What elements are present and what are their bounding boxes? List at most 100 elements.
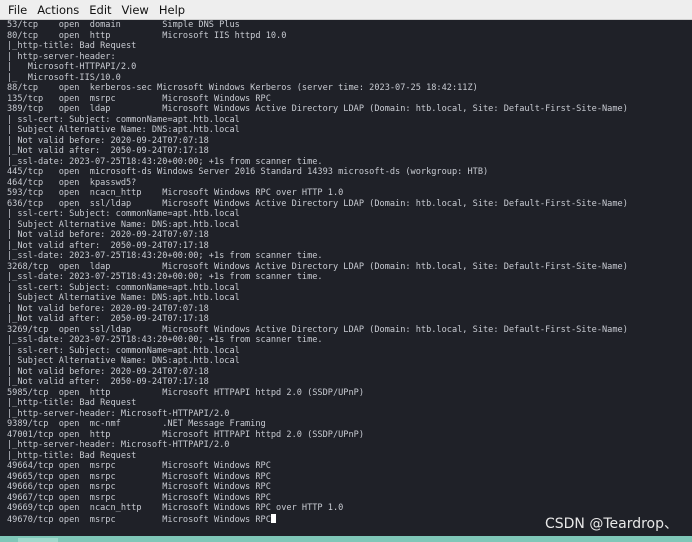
terminal-line: 80/tcp open http Microsoft IIS httpd 10.… <box>7 31 692 42</box>
terminal-line-text: 9389/tcp open mc-nmf .NET Message Framin… <box>7 419 266 429</box>
terminal-line: | Microsoft-HTTPAPI/2.0 <box>7 62 692 73</box>
terminal-line: | ssl-cert: Subject: commonName=apt.htb.… <box>7 115 692 126</box>
terminal-line: |_http-server-header: Microsoft-HTTPAPI/… <box>7 440 692 451</box>
terminal-line: 49667/tcp open msrpc Microsoft Windows R… <box>7 493 692 504</box>
terminal-line: 88/tcp open kerberos-sec Microsoft Windo… <box>7 83 692 94</box>
terminal-line-text: 49670/tcp open msrpc Microsoft Windows R… <box>7 514 271 525</box>
terminal-line: | http-server-header: <box>7 52 692 63</box>
terminal-line-text: | ssl-cert: Subject: commonName=apt.htb.… <box>7 345 240 356</box>
terminal-line-text: |_ssl-date: 2023-07-25T18:43:20+00:00; +… <box>7 156 323 167</box>
terminal-line: |_http-title: Bad Request <box>7 41 692 52</box>
terminal-line-text: |_http-title: Bad Request <box>7 450 137 461</box>
terminal-line-text: |_http-title: Bad Request <box>7 41 137 51</box>
terminal-line: 49665/tcp open msrpc Microsoft Windows R… <box>7 472 692 483</box>
terminal-line: |_ssl-date: 2023-07-25T18:43:20+00:00; +… <box>7 251 692 262</box>
terminal-line: | Not valid before: 2020-09-24T07:07:18 <box>7 367 692 378</box>
terminal-line: | ssl-cert: Subject: commonName=apt.htb.… <box>7 346 692 357</box>
terminal-line-text: |_http-title: Bad Request <box>7 398 137 408</box>
terminal-line: |_http-title: Bad Request <box>7 398 692 409</box>
terminal-line-text: | Not valid before: 2020-09-24T07:07:18 <box>7 366 209 377</box>
terminal-line-text: 5985/tcp open http Microsoft HTTPAPI htt… <box>7 387 364 398</box>
terminal-line: 5985/tcp open http Microsoft HTTPAPI htt… <box>7 388 692 399</box>
terminal-line: 53/tcp open domain Simple DNS Plus <box>7 20 692 31</box>
terminal-line: |_ssl-date: 2023-07-25T18:43:20+00:00; +… <box>7 335 692 346</box>
menu-view[interactable]: View <box>117 0 154 20</box>
terminal-line: 49669/tcp open ncacn_http Microsoft Wind… <box>7 503 692 514</box>
terminal-line: | Subject Alternative Name: DNS:apt.htb.… <box>7 293 692 304</box>
terminal-line-text: | ssl-cert: Subject: commonName=apt.htb.… <box>7 282 240 293</box>
terminal-line-text: |_http-server-header: Microsoft-HTTPAPI/… <box>7 408 230 419</box>
bottom-bar-indicator <box>18 538 58 542</box>
terminal-line-text: 593/tcp open ncacn_http Microsoft Window… <box>7 188 344 198</box>
terminal-line-text: |_Not valid after: 2050-09-24T07:17:18 <box>7 314 209 324</box>
menu-help[interactable]: Help <box>154 0 190 20</box>
terminal-line-text: | Not valid before: 2020-09-24T07:07:18 <box>7 230 209 240</box>
terminal-line: 3268/tcp open ldap Microsoft Windows Act… <box>7 262 692 273</box>
terminal-line: | Subject Alternative Name: DNS:apt.htb.… <box>7 356 692 367</box>
terminal-line-text: | Microsoft-HTTPAPI/2.0 <box>7 62 137 72</box>
terminal-line-text: |_http-server-header: Microsoft-HTTPAPI/… <box>7 440 230 450</box>
terminal-line-text: 47001/tcp open http Microsoft HTTPAPI ht… <box>7 429 364 440</box>
terminal-line-text: |_ Microsoft-IIS/10.0 <box>7 72 121 83</box>
terminal-line-text: |_Not valid after: 2050-09-24T07:17:18 <box>7 146 209 156</box>
terminal-line-text: 135/tcp open msrpc Microsoft Windows RPC <box>7 93 271 104</box>
terminal-line-text: | ssl-cert: Subject: commonName=apt.htb.… <box>7 209 240 219</box>
terminal-line-text: 3269/tcp open ssl/ldap Microsoft Windows… <box>7 324 628 335</box>
terminal-line-text: |_Not valid after: 2050-09-24T07:17:18 <box>7 240 209 251</box>
terminal-line-text: 53/tcp open domain Simple DNS Plus <box>7 20 240 30</box>
terminal-line-text: 445/tcp open microsoft-ds Windows Server… <box>7 167 489 177</box>
terminal-line: 389/tcp open ldap Microsoft Windows Acti… <box>7 104 692 115</box>
terminal-line-text: 389/tcp open ldap Microsoft Windows Acti… <box>7 104 628 114</box>
terminal-line: 593/tcp open ncacn_http Microsoft Window… <box>7 188 692 199</box>
terminal-line: |_ssl-date: 2023-07-25T18:43:20+00:00; +… <box>7 272 692 283</box>
terminal-line: | Subject Alternative Name: DNS:apt.htb.… <box>7 125 692 136</box>
terminal-line: |_ssl-date: 2023-07-25T18:43:20+00:00; +… <box>7 157 692 168</box>
menu-actions[interactable]: Actions <box>32 0 84 20</box>
terminal-line-text: 88/tcp open kerberos-sec Microsoft Windo… <box>7 83 478 93</box>
terminal-line-text: | Subject Alternative Name: DNS:apt.htb.… <box>7 356 240 366</box>
terminal-line-text: |_ssl-date: 2023-07-25T18:43:20+00:00; +… <box>7 251 323 261</box>
terminal-line-text: | http-server-header: <box>7 51 116 62</box>
terminal-line-text: 49666/tcp open msrpc Microsoft Windows R… <box>7 482 271 492</box>
terminal-line-text: 3268/tcp open ldap Microsoft Windows Act… <box>7 261 628 272</box>
terminal-line: |_Not valid after: 2050-09-24T07:17:18 <box>7 146 692 157</box>
terminal-line-text: |_ssl-date: 2023-07-25T18:43:20+00:00; +… <box>7 335 323 345</box>
terminal-line-text: |_Not valid after: 2050-09-24T07:17:18 <box>7 377 209 387</box>
terminal-line-text: |_ssl-date: 2023-07-25T18:43:20+00:00; +… <box>7 272 323 282</box>
terminal-line: 445/tcp open microsoft-ds Windows Server… <box>7 167 692 178</box>
terminal-line: 3269/tcp open ssl/ldap Microsoft Windows… <box>7 325 692 336</box>
terminal-line: |_http-title: Bad Request <box>7 451 692 462</box>
menu-file[interactable]: File <box>0 0 32 20</box>
terminal-line: |_Not valid after: 2050-09-24T07:17:18 <box>7 377 692 388</box>
cursor-block <box>270 513 276 523</box>
terminal-line: |_Not valid after: 2050-09-24T07:17:18 <box>7 314 692 325</box>
terminal-line: | ssl-cert: Subject: commonName=apt.htb.… <box>7 209 692 220</box>
menu-edit[interactable]: Edit <box>84 0 116 20</box>
terminal-line: |_Not valid after: 2050-09-24T07:17:18 <box>7 241 692 252</box>
terminal-line-text: 49667/tcp open msrpc Microsoft Windows R… <box>7 492 271 503</box>
terminal-line: |_ Microsoft-IIS/10.0 <box>7 73 692 84</box>
terminal-line: 636/tcp open ssl/ldap Microsoft Windows … <box>7 199 692 210</box>
terminal-bottom-bar <box>0 536 692 542</box>
terminal-line-text: 464/tcp open kpasswd5? <box>7 177 137 188</box>
terminal-line-text: 80/tcp open http Microsoft IIS httpd 10.… <box>7 30 287 41</box>
menu-bar: File Actions Edit View Help <box>0 0 692 20</box>
terminal-line: 9389/tcp open mc-nmf .NET Message Framin… <box>7 419 692 430</box>
terminal-line-text: | Subject Alternative Name: DNS:apt.htb.… <box>7 293 240 303</box>
terminal-line-text: 49665/tcp open msrpc Microsoft Windows R… <box>7 471 271 482</box>
terminal-line-text: | Subject Alternative Name: DNS:apt.htb.… <box>7 125 240 135</box>
watermark: CSDN @Teardrop、 <box>544 516 678 532</box>
terminal-line: | Not valid before: 2020-09-24T07:07:18 <box>7 230 692 241</box>
terminal-output[interactable]: 53/tcp open domain Simple DNS Plus 80/tcp… <box>0 20 692 536</box>
terminal-line: 135/tcp open msrpc Microsoft Windows RPC <box>7 94 692 105</box>
terminal-line: | ssl-cert: Subject: commonName=apt.htb.… <box>7 283 692 294</box>
terminal-line-text: 49664/tcp open msrpc Microsoft Windows R… <box>7 461 271 471</box>
terminal-line: 49664/tcp open msrpc Microsoft Windows R… <box>7 461 692 472</box>
terminal-line: 464/tcp open kpasswd5? <box>7 178 692 189</box>
terminal-line: | Not valid before: 2020-09-24T07:07:18 <box>7 304 692 315</box>
terminal-line-text: 49669/tcp open ncacn_http Microsoft Wind… <box>7 503 344 513</box>
terminal-line: 47001/tcp open http Microsoft HTTPAPI ht… <box>7 430 692 441</box>
terminal-line-text: | Subject Alternative Name: DNS:apt.htb.… <box>7 219 240 230</box>
terminal-line: | Not valid before: 2020-09-24T07:07:18 <box>7 136 692 147</box>
terminal-line-text: | ssl-cert: Subject: commonName=apt.htb.… <box>7 114 240 125</box>
